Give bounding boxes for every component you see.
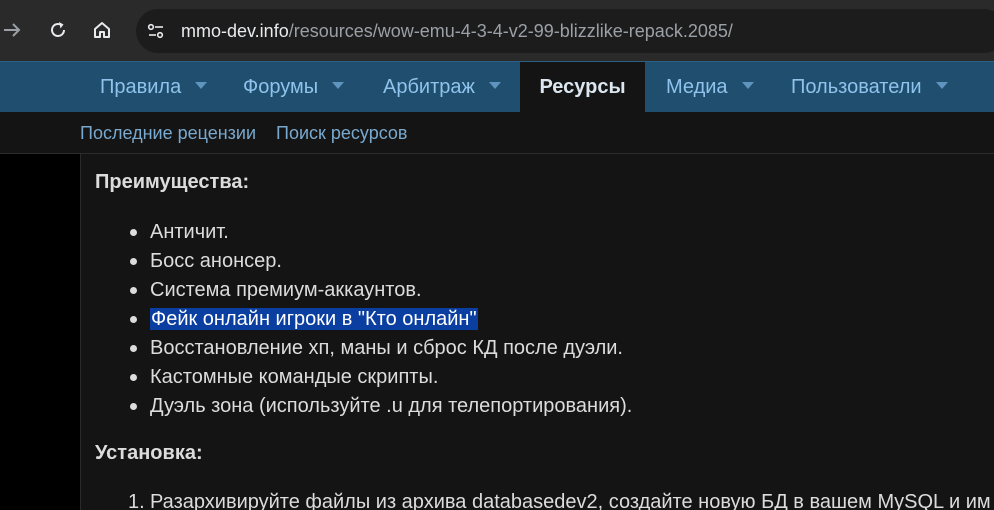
resource-description: Преимущества: Античит. Босс анонсер. Сис…	[80, 154, 994, 510]
nav-item-users[interactable]: Пользователи	[791, 62, 948, 112]
nav-item-label: Пользователи	[791, 76, 922, 98]
nav-item-label: Медиа	[666, 76, 728, 98]
caret-down-icon[interactable]	[332, 82, 345, 90]
list-item: Дуэль зона (используйте .u для телепорти…	[81, 392, 632, 421]
browser-toolbar: mmo-dev.info/resources/wow-emu-4-3-4-v2-…	[0, 0, 994, 61]
sub-nav: Последние рецензии Поиск ресурсов	[0, 112, 994, 154]
left-rail	[0, 154, 80, 510]
step-number: 1.	[128, 491, 145, 510]
reload-icon[interactable]	[48, 20, 68, 40]
url-text: mmo-dev.info/resources/wow-emu-4-3-4-v2-…	[181, 21, 733, 41]
address-bar[interactable]: mmo-dev.info/resources/wow-emu-4-3-4-v2-…	[136, 9, 994, 53]
main-nav: Правила Форумы Арбитраж Ресурсы Медиа По…	[0, 61, 994, 112]
advantages-list: Античит. Босс анонсер. Система премиум-а…	[81, 218, 632, 421]
advantages-heading: Преимущества:	[95, 171, 250, 193]
list-item-text: Дуэль зона (используйте .u для телепорти…	[150, 395, 633, 417]
list-item: Античит.	[81, 218, 632, 247]
list-item-selected: Фейк онлайн игроки в "Кто онлайн"	[81, 305, 632, 334]
list-item-text: Кастомные командые скрипты.	[150, 366, 439, 388]
list-item: Кастомные командые скрипты.	[81, 363, 632, 392]
bullet-icon	[130, 229, 137, 236]
nav-item-resources[interactable]: Ресурсы	[520, 62, 645, 112]
nav-item-arbitration[interactable]: Арбитраж	[383, 62, 501, 112]
caret-down-icon[interactable]	[935, 82, 948, 90]
bullet-icon	[130, 345, 137, 352]
list-item: Босс анонсер.	[81, 247, 632, 276]
list-item: 1. Разархивируйте файлы из архива databas…	[81, 488, 991, 510]
url-host: mmo-dev.info	[181, 21, 289, 41]
nav-item-label: Ресурсы	[539, 76, 626, 98]
forward-arrow-icon[interactable]	[2, 20, 22, 40]
list-item: Восстановление хп, маны и сброс КД после…	[81, 334, 632, 363]
nav-item-label: Арбитраж	[383, 76, 475, 98]
step-text: Разархивируйте файлы из архива databased…	[150, 491, 991, 510]
bullet-icon	[130, 258, 137, 265]
caret-down-icon[interactable]	[741, 82, 754, 90]
nav-item-media[interactable]: Медиа	[666, 62, 754, 112]
nav-item-label: Правила	[100, 76, 182, 98]
list-item: Система премиум-аккаунтов.	[81, 276, 632, 305]
latest-reviews-link[interactable]: Последние рецензии	[80, 123, 256, 144]
search-resources-link[interactable]: Поиск ресурсов	[276, 123, 407, 144]
home-icon[interactable]	[92, 20, 112, 40]
bullet-icon	[130, 374, 137, 381]
selected-text: Фейк онлайн игроки в "Кто онлайн"	[150, 308, 478, 330]
bullet-icon	[130, 287, 137, 294]
site-info-icon[interactable]	[146, 21, 166, 41]
caret-down-icon[interactable]	[488, 82, 501, 90]
list-item-text: Система премиум-аккаунтов.	[150, 279, 422, 301]
install-steps-list: 1. Разархивируйте файлы из архива databas…	[81, 488, 991, 510]
bullet-icon	[130, 316, 137, 323]
list-item-text: Восстановление хп, маны и сброс КД после…	[150, 337, 623, 359]
list-item-text: Босс анонсер.	[150, 250, 282, 272]
nav-item-label: Форумы	[243, 76, 319, 98]
list-item-text: Античит.	[150, 221, 229, 243]
install-heading: Установка:	[95, 442, 203, 464]
caret-down-icon[interactable]	[195, 82, 208, 90]
nav-item-rules[interactable]: Правила	[100, 62, 208, 112]
nav-item-forums[interactable]: Форумы	[243, 62, 345, 112]
bullet-icon	[130, 403, 137, 410]
url-path: /resources/wow-emu-4-3-4-v2-99-blizzlike…	[288, 21, 733, 41]
